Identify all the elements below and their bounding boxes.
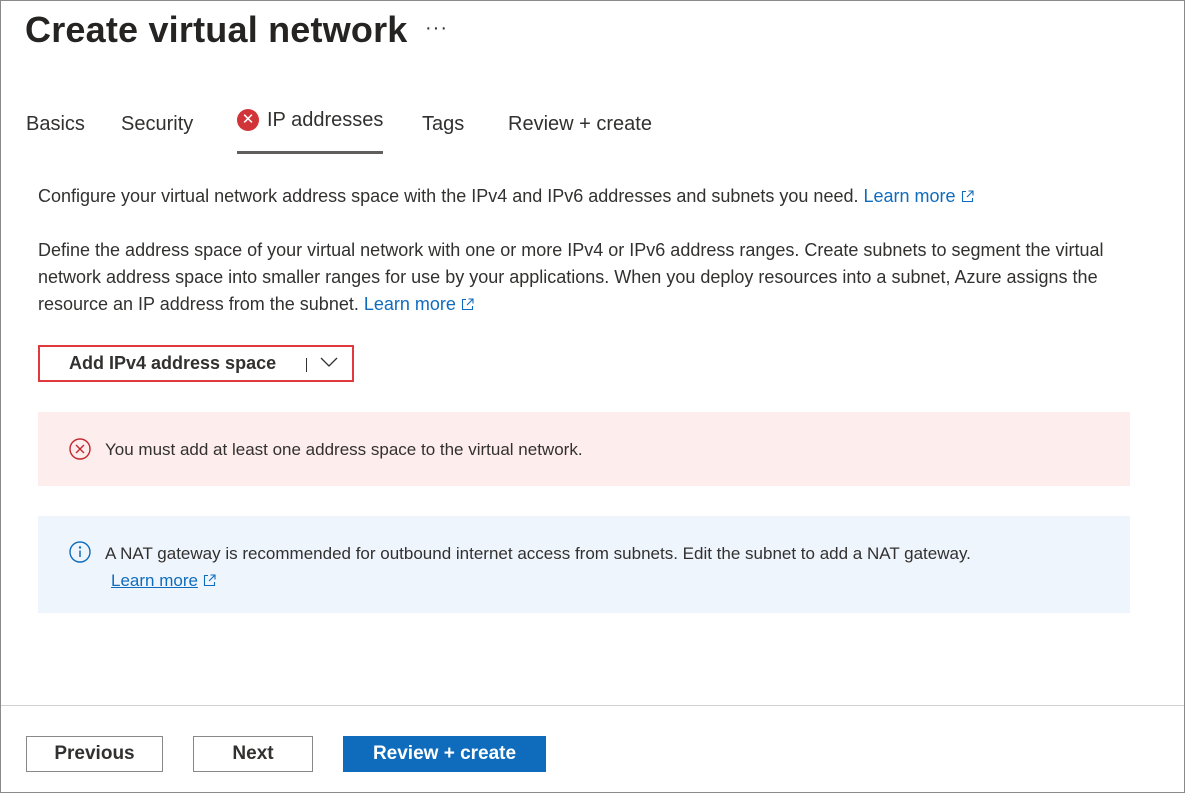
tab-security[interactable]: Security (121, 113, 193, 136)
next-button[interactable]: Next (193, 736, 313, 772)
tab-label: IP addresses (267, 109, 384, 131)
tab-review-create[interactable]: Review + create (508, 113, 652, 136)
tab-basics[interactable]: Basics (26, 113, 85, 136)
intro-text: Configure your virtual network address s… (38, 183, 1138, 210)
external-link-icon (461, 298, 474, 311)
learn-more-link[interactable]: Learn more (864, 186, 974, 206)
page-title: Create virtual network (25, 9, 408, 50)
tab-label: Security (121, 113, 194, 135)
tab-tags[interactable]: Tags (422, 113, 464, 136)
error-x-circle-icon: ✕ (237, 109, 259, 131)
tab-label: Tags (422, 113, 465, 135)
error-banner: You must add at least one address space … (38, 412, 1130, 486)
add-space-label: Add IPv4 address space (69, 353, 277, 373)
tab-label: Review + create (508, 113, 652, 135)
review-create-button[interactable]: Review + create (343, 736, 546, 772)
split-divider (306, 358, 307, 372)
info-message: A NAT gateway is recommended for outboun… (105, 544, 971, 590)
create-vnet-blade: Create virtual network ··· Basics Securi… (0, 0, 1185, 793)
error-circle-outline-icon (69, 438, 91, 460)
active-tab-indicator (237, 151, 384, 154)
error-message: You must add at least one address space … (105, 440, 583, 459)
info-banner: A NAT gateway is recommended for outboun… (38, 516, 1130, 613)
tab-bar: Basics Security ✕ IP addresses Tags Revie… (1, 105, 1184, 154)
footer-divider (1, 705, 1184, 706)
description-text: Define the address space of your virtual… (38, 240, 1104, 314)
external-link-icon (961, 190, 974, 203)
address-space-description: Define the address space of your virtual… (38, 237, 1133, 318)
chevron-down-icon[interactable] (320, 356, 338, 368)
tab-ip-addresses[interactable]: ✕ IP addresses (237, 109, 384, 154)
learn-more-link[interactable]: Learn more (364, 294, 474, 314)
info-circle-icon (69, 541, 91, 563)
previous-button[interactable]: Previous (26, 736, 163, 772)
add-ipv4-address-space-button[interactable]: Add IPv4 address space (38, 345, 354, 382)
learn-more-link[interactable]: Learn more (111, 571, 216, 590)
more-options-button[interactable]: ··· (425, 17, 448, 40)
tab-label: Basics (26, 113, 85, 135)
intro-description: Configure your virtual network address s… (38, 186, 859, 206)
external-link-icon (203, 574, 216, 587)
